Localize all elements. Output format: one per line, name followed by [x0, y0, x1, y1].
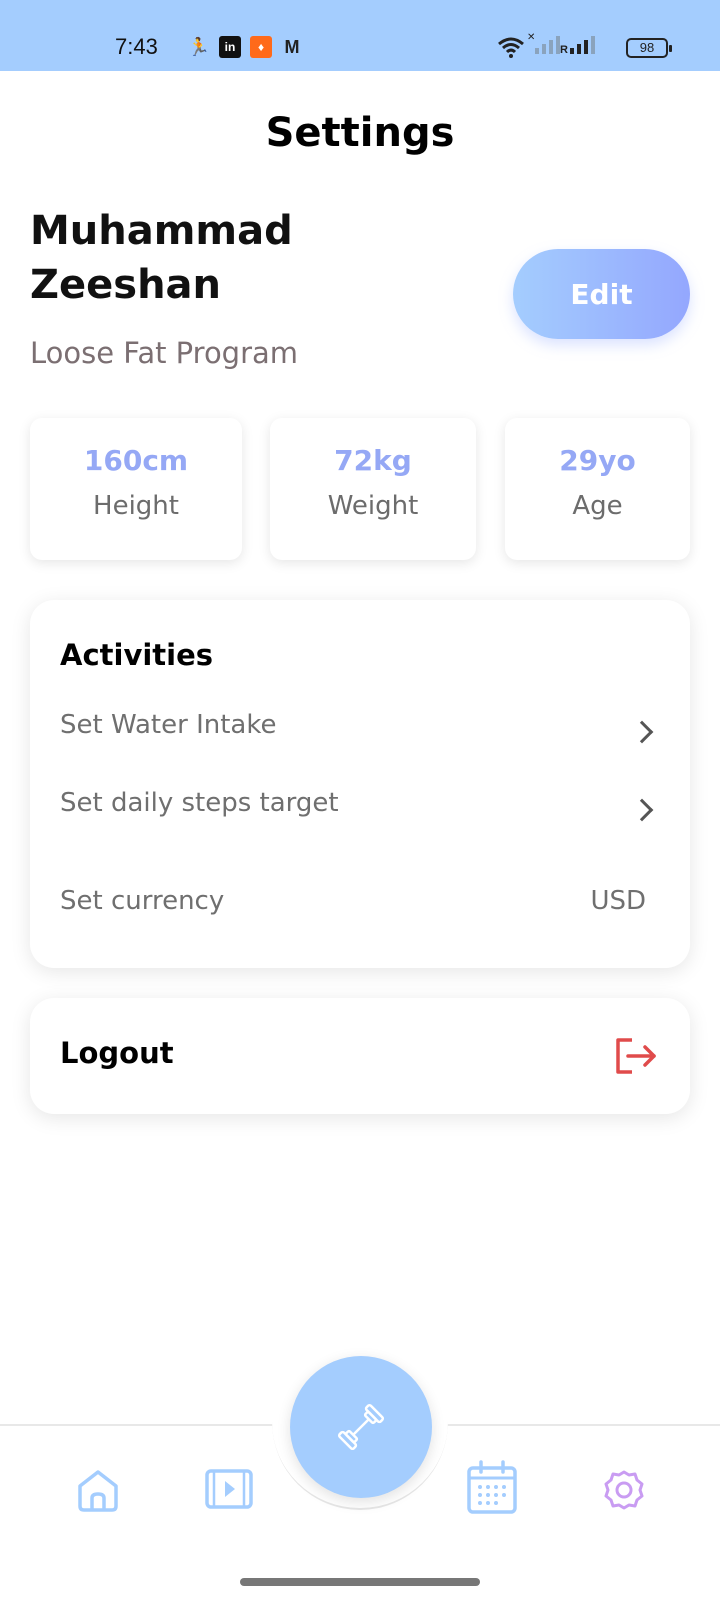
- battery-indicator: 98: [626, 38, 672, 58]
- app-notification-icon: ♦: [250, 36, 272, 58]
- status-bar: 7:43 🏃 in ♦ M ✕ R 98: [0, 0, 720, 71]
- dumbbell-icon: [337, 1403, 385, 1451]
- notification-icons: 🏃 in ♦ M: [188, 36, 303, 58]
- signal-sim1-icon: [535, 36, 560, 54]
- activities-title: Activities: [60, 638, 214, 672]
- calendar-icon[interactable]: [466, 1460, 518, 1516]
- age-label: Age: [572, 491, 623, 521]
- age-card: 29yo Age: [505, 418, 690, 560]
- weight-label: Weight: [327, 491, 419, 521]
- set-currency-label: Set currency: [60, 886, 225, 916]
- activity-notification-icon: 🏃: [187, 36, 211, 57]
- age-value: 29yo: [559, 444, 636, 477]
- wifi-icon: [498, 37, 524, 58]
- status-time: 7:43: [115, 34, 158, 59]
- edit-profile-button[interactable]: Edit: [513, 249, 690, 339]
- currency-value: USD: [590, 886, 646, 916]
- gmail-notification-icon: M: [284, 36, 300, 57]
- video-icon[interactable]: [204, 1466, 254, 1512]
- chevron-right-icon: [630, 720, 654, 744]
- page-title: Settings: [265, 110, 455, 156]
- linkedin-notification-icon: in: [219, 36, 241, 58]
- settings-icon[interactable]: [600, 1466, 648, 1514]
- logout-icon: [616, 1038, 656, 1074]
- signal-sim2-icon: [570, 36, 595, 54]
- height-value: 160cm: [83, 444, 189, 477]
- logout-label: Logout: [60, 1036, 174, 1070]
- weight-card: 72kg Weight: [270, 418, 476, 560]
- set-steps-target-label: Set daily steps target: [60, 788, 339, 818]
- roaming-label: R: [560, 44, 568, 56]
- profile-name: Muhammad Zeeshan: [30, 208, 293, 308]
- activities-panel: Activities Set Water Intake Set daily st…: [30, 600, 690, 968]
- set-water-intake-row[interactable]: Set Water Intake: [30, 690, 690, 760]
- weight-value: 72kg: [334, 444, 412, 477]
- set-steps-target-row[interactable]: Set daily steps target: [30, 768, 690, 838]
- workout-fab-button[interactable]: [290, 1356, 432, 1498]
- profile-program: Loose Fat Program: [30, 336, 299, 370]
- logout-button[interactable]: Logout: [30, 998, 690, 1114]
- height-label: Height: [93, 491, 179, 521]
- set-currency-row[interactable]: Set currency USD: [30, 866, 690, 936]
- home-indicator[interactable]: [240, 1578, 480, 1586]
- set-water-intake-label: Set Water Intake: [60, 710, 277, 740]
- height-card: 160cm Height: [30, 418, 242, 560]
- chevron-right-icon: [630, 798, 654, 822]
- home-icon[interactable]: [74, 1466, 122, 1514]
